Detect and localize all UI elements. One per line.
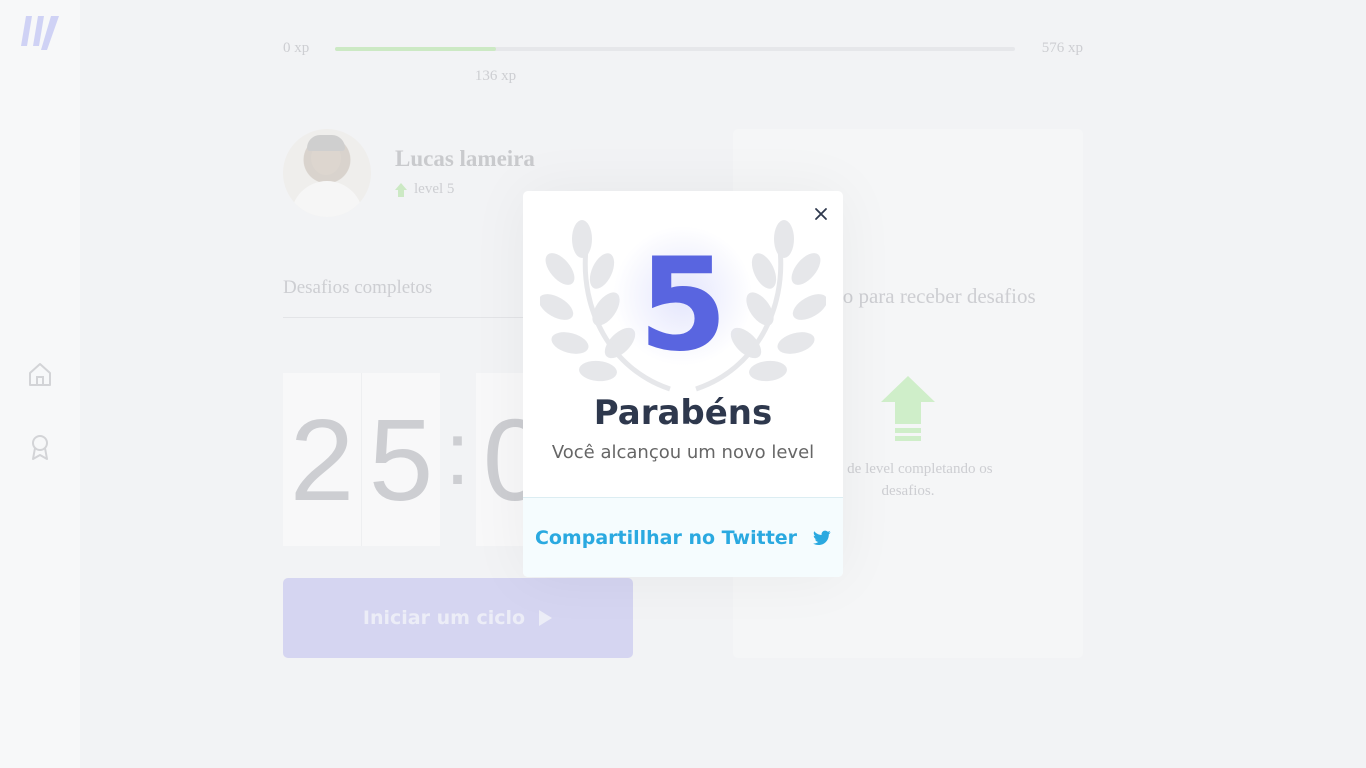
- level-up-icon: [395, 182, 407, 197]
- countdown-separator: :: [445, 404, 471, 504]
- profile-level: level 5: [395, 181, 454, 198]
- twitter-icon: [813, 530, 831, 546]
- xp-end-label: 576 xp: [1041, 40, 1083, 56]
- profile-level-label: level 5: [414, 181, 455, 197]
- minutes-box: 2 5: [283, 373, 440, 546]
- xp-current-label: 136 xp: [474, 68, 517, 84]
- sidebar: [0, 0, 80, 768]
- logo-icon: [21, 16, 59, 50]
- play-icon: [539, 610, 553, 626]
- modal-subtitle: Você alcançou um novo level: [551, 442, 815, 463]
- start-cycle-button[interactable]: Iniciar um ciclo: [283, 578, 633, 658]
- award-icon[interactable]: [26, 433, 54, 461]
- minute-tens: 2: [283, 373, 362, 546]
- level-up-icon: [881, 376, 935, 441]
- share-twitter-button[interactable]: Compartillhar no Twitter: [523, 497, 843, 577]
- completed-challenges-label: Desafios completos: [283, 277, 433, 298]
- experience-bar: 0 xp 136 xp 576 xp: [283, 36, 1083, 84]
- avatar: [283, 129, 371, 217]
- xp-start-label: 0 xp: [283, 40, 310, 56]
- experience-track: 136 xp: [335, 47, 1015, 84]
- minute-units: 5: [368, 394, 434, 525]
- modal-title: Parabéns: [593, 393, 773, 433]
- home-icon[interactable]: [26, 360, 54, 388]
- new-level-number: 5: [638, 231, 728, 380]
- start-cycle-label: Iniciar um ciclo: [362, 607, 526, 629]
- share-twitter-label: Compartillhar no Twitter: [534, 527, 798, 549]
- profile-name: Lucas lameira: [395, 146, 535, 171]
- experience-fill: [335, 47, 496, 51]
- level-up-modal: 5 Parabéns Você alcançou um novo level C…: [523, 191, 843, 577]
